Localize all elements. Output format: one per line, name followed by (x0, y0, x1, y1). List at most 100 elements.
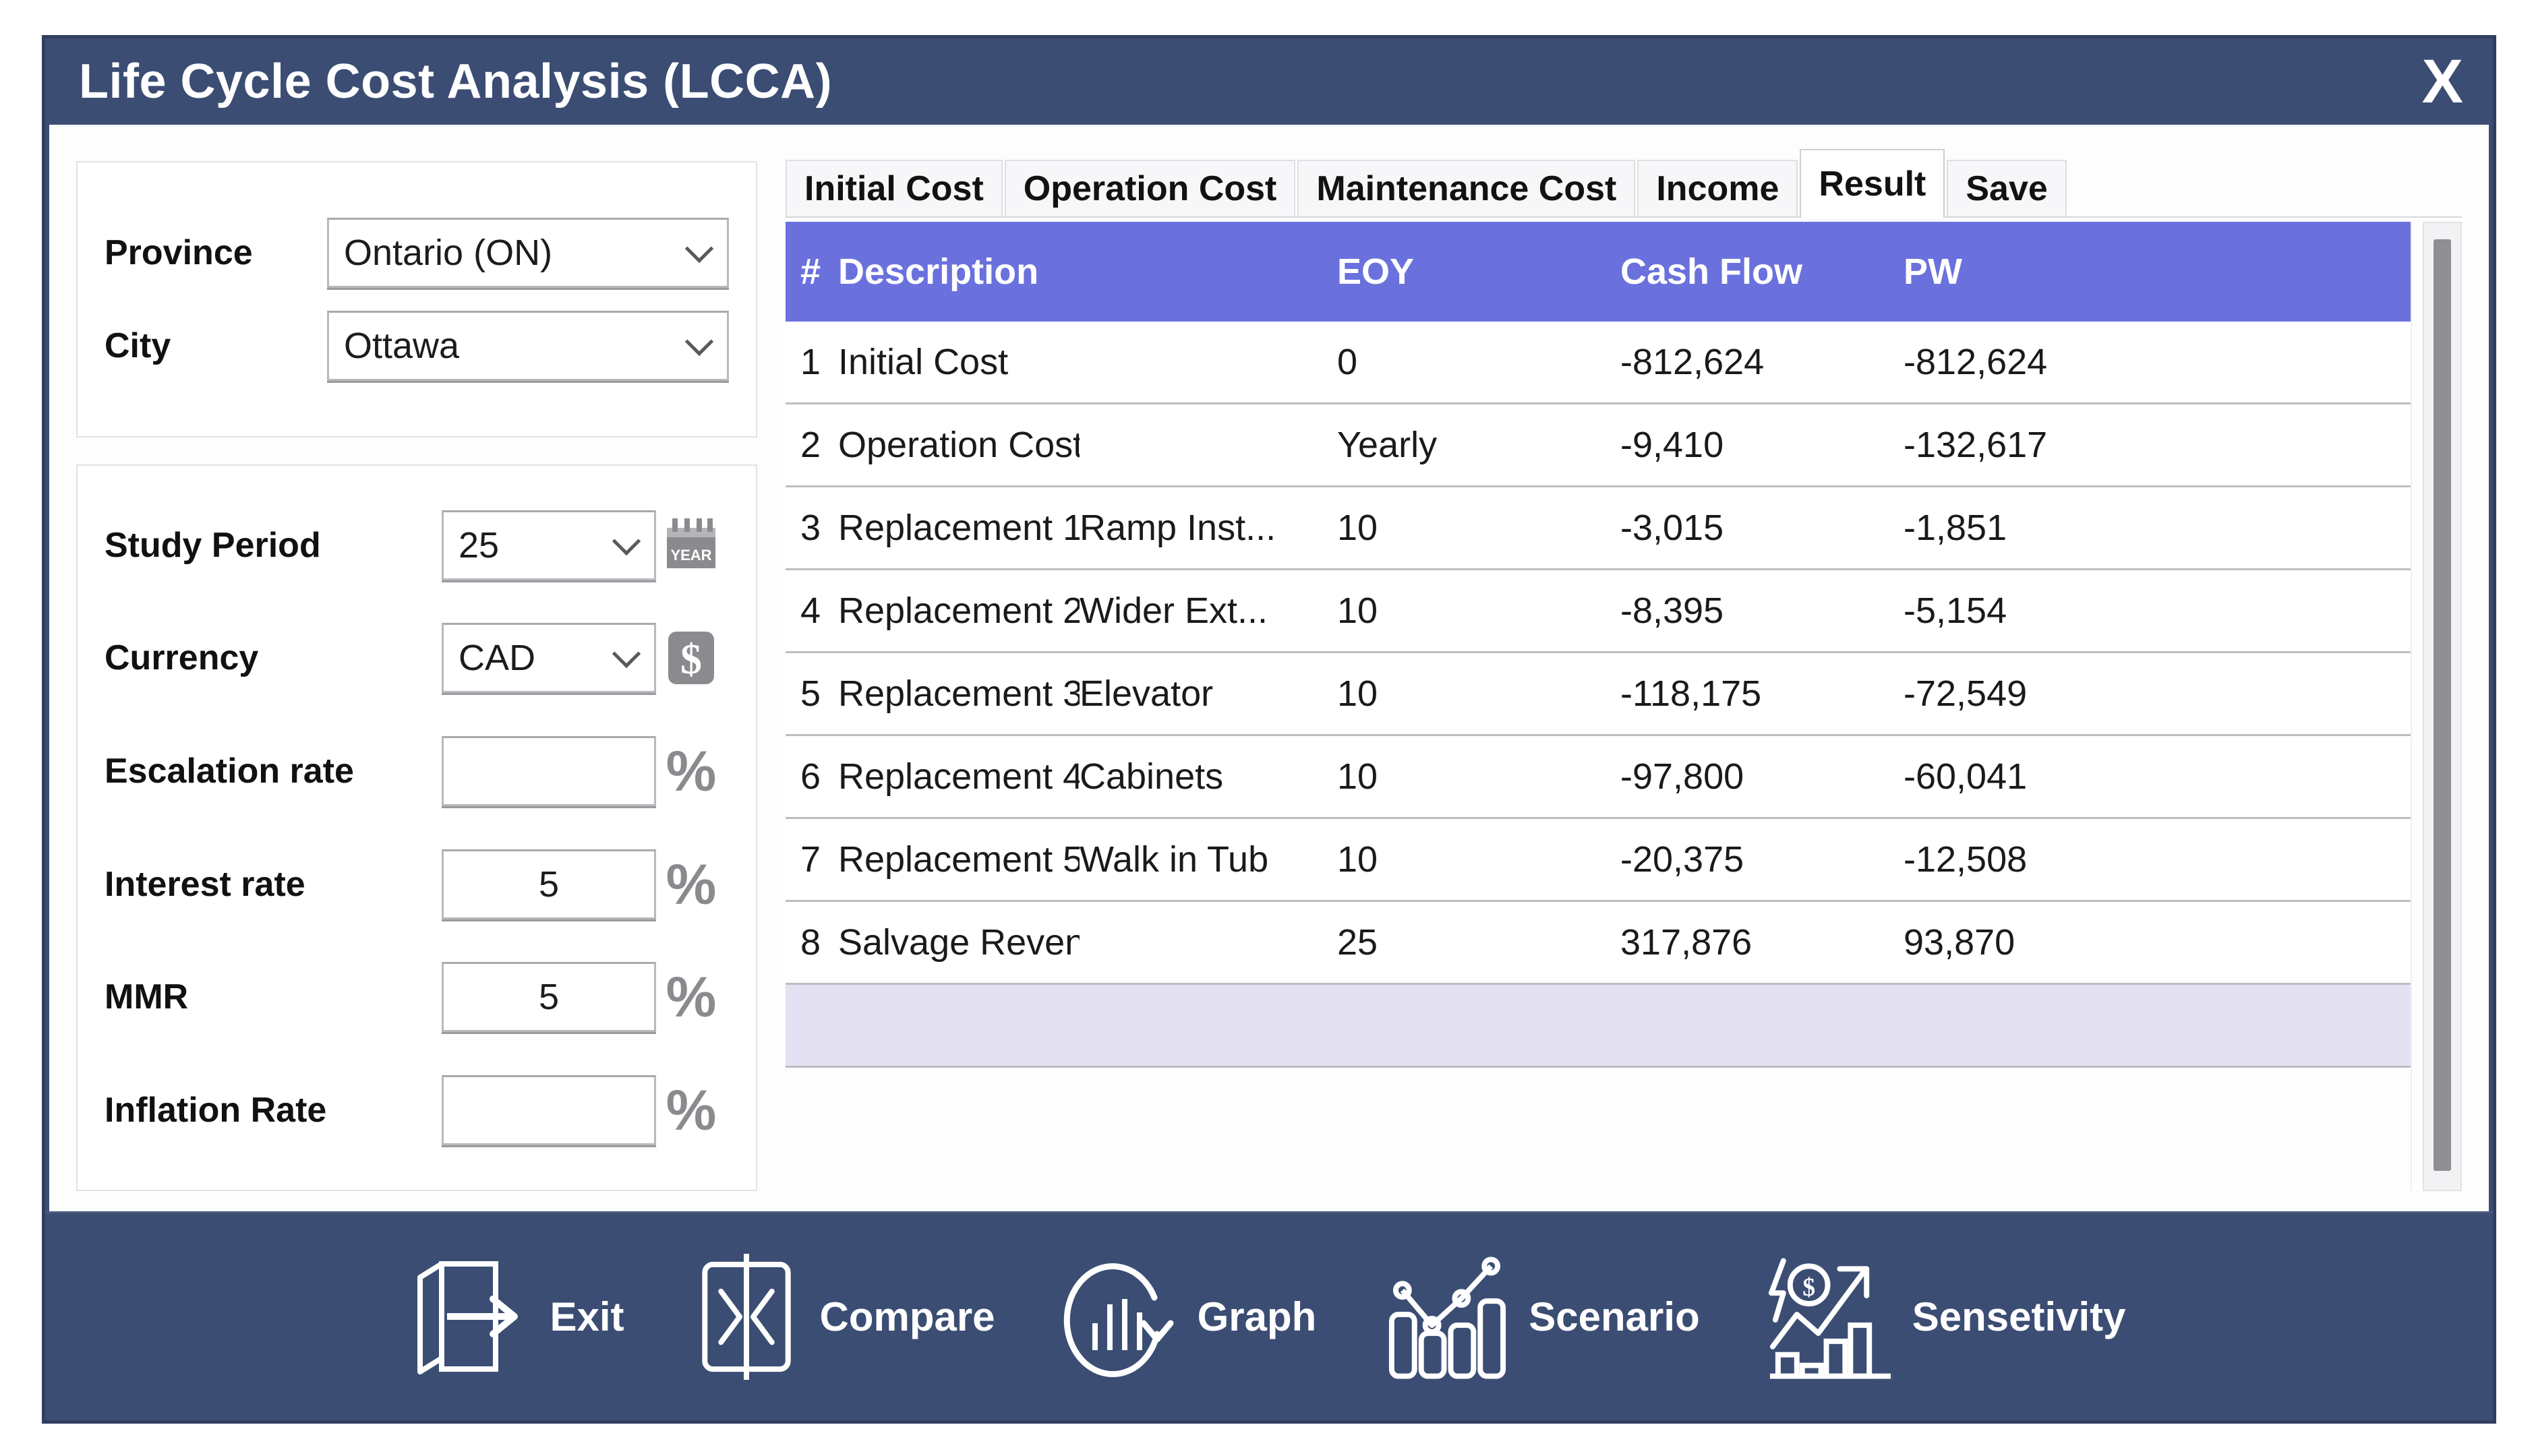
table-row[interactable]: 6 Replacement 4 Cabinets 10 -97,800 -60,… (786, 736, 2411, 819)
cell-num: 2 (786, 424, 838, 466)
interest-rate-input[interactable]: 5 (442, 849, 656, 919)
chevron-down-icon (612, 527, 641, 555)
study-period-value: 25 (459, 524, 499, 566)
cell-eoy: 0 (1337, 341, 1620, 383)
study-period-select[interactable]: 25 (442, 510, 656, 580)
escalation-rate-input[interactable] (442, 736, 656, 806)
svg-text:YEAR: YEAR (670, 547, 711, 564)
lcca-window: Life Cycle Cost Analysis (LCCA) X Provin… (42, 35, 2496, 1424)
table-row[interactable]: 3 Replacement 1 Ramp Inst... 10 -3,015 -… (786, 487, 2411, 570)
city-select[interactable]: Ottawa (327, 311, 729, 381)
close-icon[interactable]: X (2422, 51, 2463, 113)
compare-button[interactable]: Compare (688, 1251, 995, 1383)
table-row[interactable]: 2 Operation Cost Yearly -9,410 -132,617 (786, 404, 2411, 487)
tab-operation-cost[interactable]: Operation Cost (1005, 160, 1296, 216)
scrollbar-thumb[interactable] (2434, 239, 2451, 1171)
scenario-label: Scenario (1529, 1294, 1699, 1340)
refresh-bars-icon (1060, 1253, 1181, 1381)
tab-save[interactable]: Save (1947, 160, 2066, 216)
interest-rate-value: 5 (459, 863, 639, 905)
cell-desc: Initial Cost (838, 341, 1337, 383)
table-row[interactable]: 5 Replacement 3 Elevator 10 -118,175 -72… (786, 653, 2411, 736)
tab-income[interactable]: Income (1637, 160, 1798, 216)
interest-rate-label: Interest rate (105, 864, 442, 905)
cell-eoy: 10 (1337, 507, 1620, 549)
exit-label: Exit (550, 1294, 624, 1340)
cell-desc-primary: Initial Cost (838, 341, 1080, 383)
inflation-rate-row: Inflation Rate % (105, 1075, 729, 1145)
column-header-desc: Description (838, 251, 1337, 293)
cell-desc: Replacement 1 Ramp Inst... (838, 507, 1337, 549)
door-exit-icon (412, 1253, 533, 1381)
city-value: Ottawa (344, 325, 459, 367)
bars-line-chart-icon (1381, 1250, 1512, 1385)
column-header-pw: PW (1904, 251, 2411, 293)
cell-num: 1 (786, 341, 838, 383)
chevron-down-icon (685, 235, 713, 263)
svg-text:%: % (666, 1081, 717, 1139)
cell-desc: Replacement 4 Cabinets (838, 756, 1337, 797)
percent-icon: % (663, 741, 719, 801)
cell-pw: -812,624 (1904, 341, 2411, 383)
table-row[interactable]: 8 Salvage Revenue 25 317,876 93,870 (786, 902, 2411, 985)
cell-eoy: 25 (1337, 921, 1620, 963)
cell-desc: Operation Cost (838, 424, 1337, 466)
result-table-wrapper: # Description EOY Cash Flow PW 1 Initial… (786, 218, 2462, 1191)
mmr-row: MMR 5 % (105, 962, 729, 1032)
cell-desc-primary: Replacement 3 (838, 673, 1080, 715)
table-header-row: # Description EOY Cash Flow PW (786, 222, 2411, 322)
tab-result[interactable]: Result (1800, 149, 1945, 218)
currency-select[interactable]: CAD (442, 623, 656, 693)
graph-label: Graph (1198, 1294, 1317, 1340)
table-row[interactable]: 4 Replacement 2 Wider Ext... 10 -8,395 -… (786, 570, 2411, 653)
column-header-num: # (786, 251, 838, 293)
table-row[interactable]: 1 Initial Cost 0 -812,624 -812,624 (786, 322, 2411, 404)
cell-desc: Replacement 3 Elevator (838, 673, 1337, 715)
cell-desc-primary: Replacement 1 (838, 507, 1080, 549)
cell-num: 3 (786, 507, 838, 549)
cell-pw: -12,508 (1904, 839, 2411, 880)
tab-maintenance-cost[interactable]: Maintenance Cost (1297, 160, 1635, 216)
scenario-button[interactable]: Scenario (1381, 1250, 1699, 1385)
cell-cash: -8,395 (1620, 590, 1904, 632)
cell-desc-secondary: Wider Ext... (1080, 590, 1268, 632)
province-value: Ontario (ON) (344, 232, 552, 274)
cell-cash: -97,800 (1620, 756, 1904, 797)
cell-desc: Replacement 2 Wider Ext... (838, 590, 1337, 632)
cell-desc-primary: Replacement 4 (838, 756, 1080, 797)
cell-num: 4 (786, 590, 838, 632)
parameters-group: Study Period 25 YEAR (76, 464, 757, 1191)
cell-eoy: 10 (1337, 590, 1620, 632)
main-content: Province Ontario (ON) City Ottawa (49, 125, 2489, 1211)
sensetivity-label: Sensetivity (1912, 1294, 2126, 1340)
escalation-rate-row: Escalation rate % (105, 736, 729, 806)
svg-text:%: % (666, 968, 717, 1026)
cell-desc-primary: Salvage Revenue (838, 921, 1080, 963)
bottom-toolbar: Exit Compare (45, 1211, 2493, 1420)
mmr-input[interactable]: 5 (442, 962, 656, 1032)
cell-cash: -20,375 (1620, 839, 1904, 880)
sensetivity-button[interactable]: $ Sensetivity (1765, 1250, 2126, 1385)
graph-button[interactable]: Graph (1060, 1253, 1317, 1381)
table-row[interactable]: 7 Replacement 5 Walk in Tub 10 -20,375 -… (786, 819, 2411, 902)
inflation-rate-input[interactable] (442, 1075, 656, 1145)
exit-button[interactable]: Exit (412, 1253, 624, 1381)
result-table: # Description EOY Cash Flow PW 1 Initial… (786, 222, 2412, 1191)
mmr-label: MMR (105, 977, 442, 1017)
tab-initial-cost[interactable]: Initial Cost (786, 160, 1003, 216)
study-period-row: Study Period 25 YEAR (105, 510, 729, 580)
table-row-empty[interactable] (786, 985, 2411, 1068)
svg-text:$: $ (1802, 1273, 1815, 1302)
cell-desc-secondary: Walk in Tub (1080, 839, 1268, 880)
chevron-down-icon (612, 640, 641, 668)
currency-value: CAD (459, 637, 535, 679)
compare-split-icon (688, 1251, 803, 1383)
left-panel: Province Ontario (ON) City Ottawa (76, 150, 757, 1191)
cell-num: 8 (786, 921, 838, 963)
cell-eoy: Yearly (1337, 424, 1620, 466)
dollar-icon: $ (663, 628, 719, 688)
province-select[interactable]: Ontario (ON) (327, 218, 729, 288)
compare-label: Compare (819, 1294, 995, 1340)
cell-desc-primary: Replacement 2 (838, 590, 1080, 632)
table-scrollbar[interactable] (2423, 222, 2462, 1191)
